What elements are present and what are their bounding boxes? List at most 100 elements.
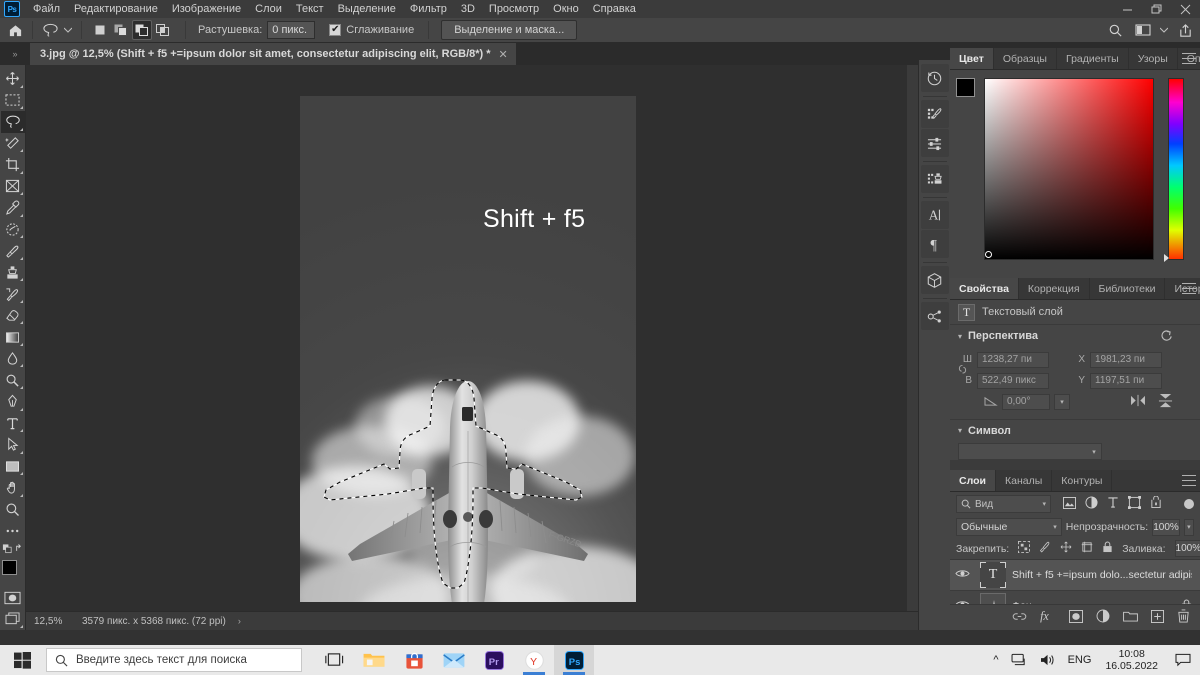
link-dimensions-icon[interactable]: [958, 361, 967, 380]
shape-filter-icon[interactable]: [1128, 496, 1141, 512]
tab-libraries[interactable]: Библиотеки: [1089, 278, 1166, 299]
flip-horizontal-icon[interactable]: [1130, 394, 1146, 410]
microsoft-store-icon[interactable]: [394, 645, 434, 675]
paragraph-icon[interactable]: ¶: [920, 230, 949, 258]
photoshop-icon[interactable]: Ps: [554, 645, 594, 675]
menu-layers[interactable]: Слои: [248, 0, 289, 18]
panel-collapse-icon[interactable]: »: [0, 43, 30, 65]
color-picker-field[interactable]: [984, 78, 1154, 260]
angle-input[interactable]: 0,00°: [1002, 394, 1050, 410]
adjustment-layer-icon[interactable]: [1096, 609, 1110, 626]
quick-mask-icon[interactable]: [1, 587, 25, 609]
network-icon[interactable]: [1005, 653, 1034, 667]
zoom-tool[interactable]: [1, 499, 25, 521]
new-layer-icon[interactable]: [1151, 609, 1164, 626]
menu-help[interactable]: Справка: [586, 0, 643, 18]
paths-icon[interactable]: [920, 302, 949, 330]
home-icon[interactable]: [4, 20, 26, 41]
gradient-tool[interactable]: [1, 326, 25, 348]
premiere-pro-icon[interactable]: Pr: [474, 645, 514, 675]
close-icon[interactable]: ✕: [499, 48, 508, 61]
delete-layer-icon[interactable]: [1177, 609, 1190, 626]
menu-filter[interactable]: Фильтр: [403, 0, 454, 18]
lasso-icon[interactable]: [39, 20, 61, 41]
y-input[interactable]: 1197,51 пи: [1090, 372, 1162, 389]
layer-thumbnail-text[interactable]: T: [980, 562, 1006, 588]
history-icon[interactable]: [920, 64, 949, 92]
document-tab[interactable]: 3.jpg @ 12,5% (Shift + f5 +=ipsum dolor …: [30, 43, 517, 65]
chevron-down-icon[interactable]: ▾: [958, 332, 962, 341]
artboard[interactable]: F-GRZD Shift + f5: [300, 96, 636, 602]
workspace-icon[interactable]: [1130, 20, 1156, 41]
file-explorer-icon[interactable]: [354, 645, 394, 675]
tab-color[interactable]: Цвет: [950, 48, 994, 69]
character-section-header[interactable]: ▾ Символ: [950, 419, 1200, 441]
new-group-icon[interactable]: [1123, 610, 1138, 625]
panel-menu-icon[interactable]: [1182, 53, 1196, 64]
reset-icon[interactable]: [1161, 329, 1174, 344]
share-icon[interactable]: [1172, 20, 1198, 41]
dodge-tool[interactable]: [1, 369, 25, 391]
history-brush-tool[interactable]: [1, 283, 25, 305]
color-swatches[interactable]: [1, 559, 25, 583]
pixels-filter-icon[interactable]: [1063, 496, 1076, 512]
screen-mode-icon[interactable]: [1, 609, 25, 631]
blur-tool[interactable]: [1, 348, 25, 370]
windows-start-icon[interactable]: [0, 645, 44, 675]
opacity-input[interactable]: 100%: [1152, 518, 1180, 536]
lock-position-icon[interactable]: [1060, 541, 1072, 556]
add-to-selection-button[interactable]: [111, 20, 131, 40]
clone-source-icon[interactable]: [920, 165, 949, 193]
flip-vertical-icon[interactable]: [1158, 393, 1173, 411]
lock-all-icon[interactable]: [1102, 541, 1113, 556]
character-icon[interactable]: A: [920, 201, 949, 229]
eraser-tool[interactable]: [1, 305, 25, 327]
canvas-area[interactable]: F-GRZD Shift + f5 12,5% 3579 пикс. x 536…: [26, 65, 918, 630]
3d-icon[interactable]: [920, 266, 949, 294]
pen-tool[interactable]: [1, 391, 25, 413]
chevron-down-icon[interactable]: ▾: [1054, 394, 1070, 410]
brush-settings-icon[interactable]: [920, 100, 949, 128]
color-picker-handle[interactable]: [985, 251, 992, 258]
task-view-icon[interactable]: [314, 645, 354, 675]
mail-icon[interactable]: [434, 645, 474, 675]
transform-section-header[interactable]: ▾ Перспектива: [950, 325, 1200, 347]
foreground-color-swatch[interactable]: [1, 559, 17, 575]
adjustment-filter-icon[interactable]: [1085, 496, 1098, 512]
lasso-tool[interactable]: [0, 111, 25, 133]
layer-mask-icon[interactable]: [1069, 609, 1083, 626]
opacity-stepper-icon[interactable]: ▾: [1183, 518, 1194, 536]
chevron-down-icon[interactable]: ▾: [1087, 448, 1101, 456]
menu-3d[interactable]: 3D: [454, 0, 482, 18]
move-tool[interactable]: [1, 68, 25, 90]
volume-icon[interactable]: [1034, 653, 1062, 667]
tab-layers[interactable]: Слои: [950, 470, 996, 491]
link-layers-icon[interactable]: [1012, 612, 1027, 624]
tab-properties[interactable]: Свойства: [950, 278, 1019, 299]
zoom-level[interactable]: 12,5%: [34, 616, 78, 627]
chevron-down-icon[interactable]: [61, 20, 75, 41]
clone-stamp-tool[interactable]: [1, 262, 25, 284]
layer-filter-select[interactable]: Вид ▾: [956, 495, 1051, 513]
rectangle-tool[interactable]: [1, 456, 25, 478]
eyedropper-tool[interactable]: [1, 197, 25, 219]
crop-tool[interactable]: [1, 154, 25, 176]
chevron-down-icon[interactable]: ▾: [1042, 500, 1046, 508]
menu-edit[interactable]: Редактирование: [67, 0, 165, 18]
canvas-text-layer[interactable]: Shift + f5: [483, 205, 585, 234]
intersect-selection-button[interactable]: [153, 20, 173, 40]
language-indicator[interactable]: ENG: [1062, 654, 1098, 666]
tab-gradients[interactable]: Градиенты: [1056, 48, 1129, 69]
fill-input[interactable]: 100%: [1174, 540, 1200, 557]
filter-toggle-switch[interactable]: [1184, 499, 1194, 509]
height-input[interactable]: 522,49 пикс: [977, 372, 1049, 389]
spot-healing-brush-tool[interactable]: [1, 219, 25, 241]
lock-artboard-icon[interactable]: [1081, 541, 1093, 556]
type-filter-icon[interactable]: [1107, 496, 1119, 512]
layer-name[interactable]: Shift + f5 +=ipsum dolo...sectetur adipi…: [1012, 569, 1192, 581]
edit-toolbar-tool[interactable]: [1, 520, 25, 542]
menu-selection[interactable]: Выделение: [331, 0, 403, 18]
chevron-down-icon[interactable]: ▾: [958, 426, 962, 435]
layer-row-text[interactable]: T Shift + f5 +=ipsum dolo...sectetur adi…: [950, 560, 1200, 591]
x-input[interactable]: 1981,23 пи: [1090, 351, 1162, 368]
